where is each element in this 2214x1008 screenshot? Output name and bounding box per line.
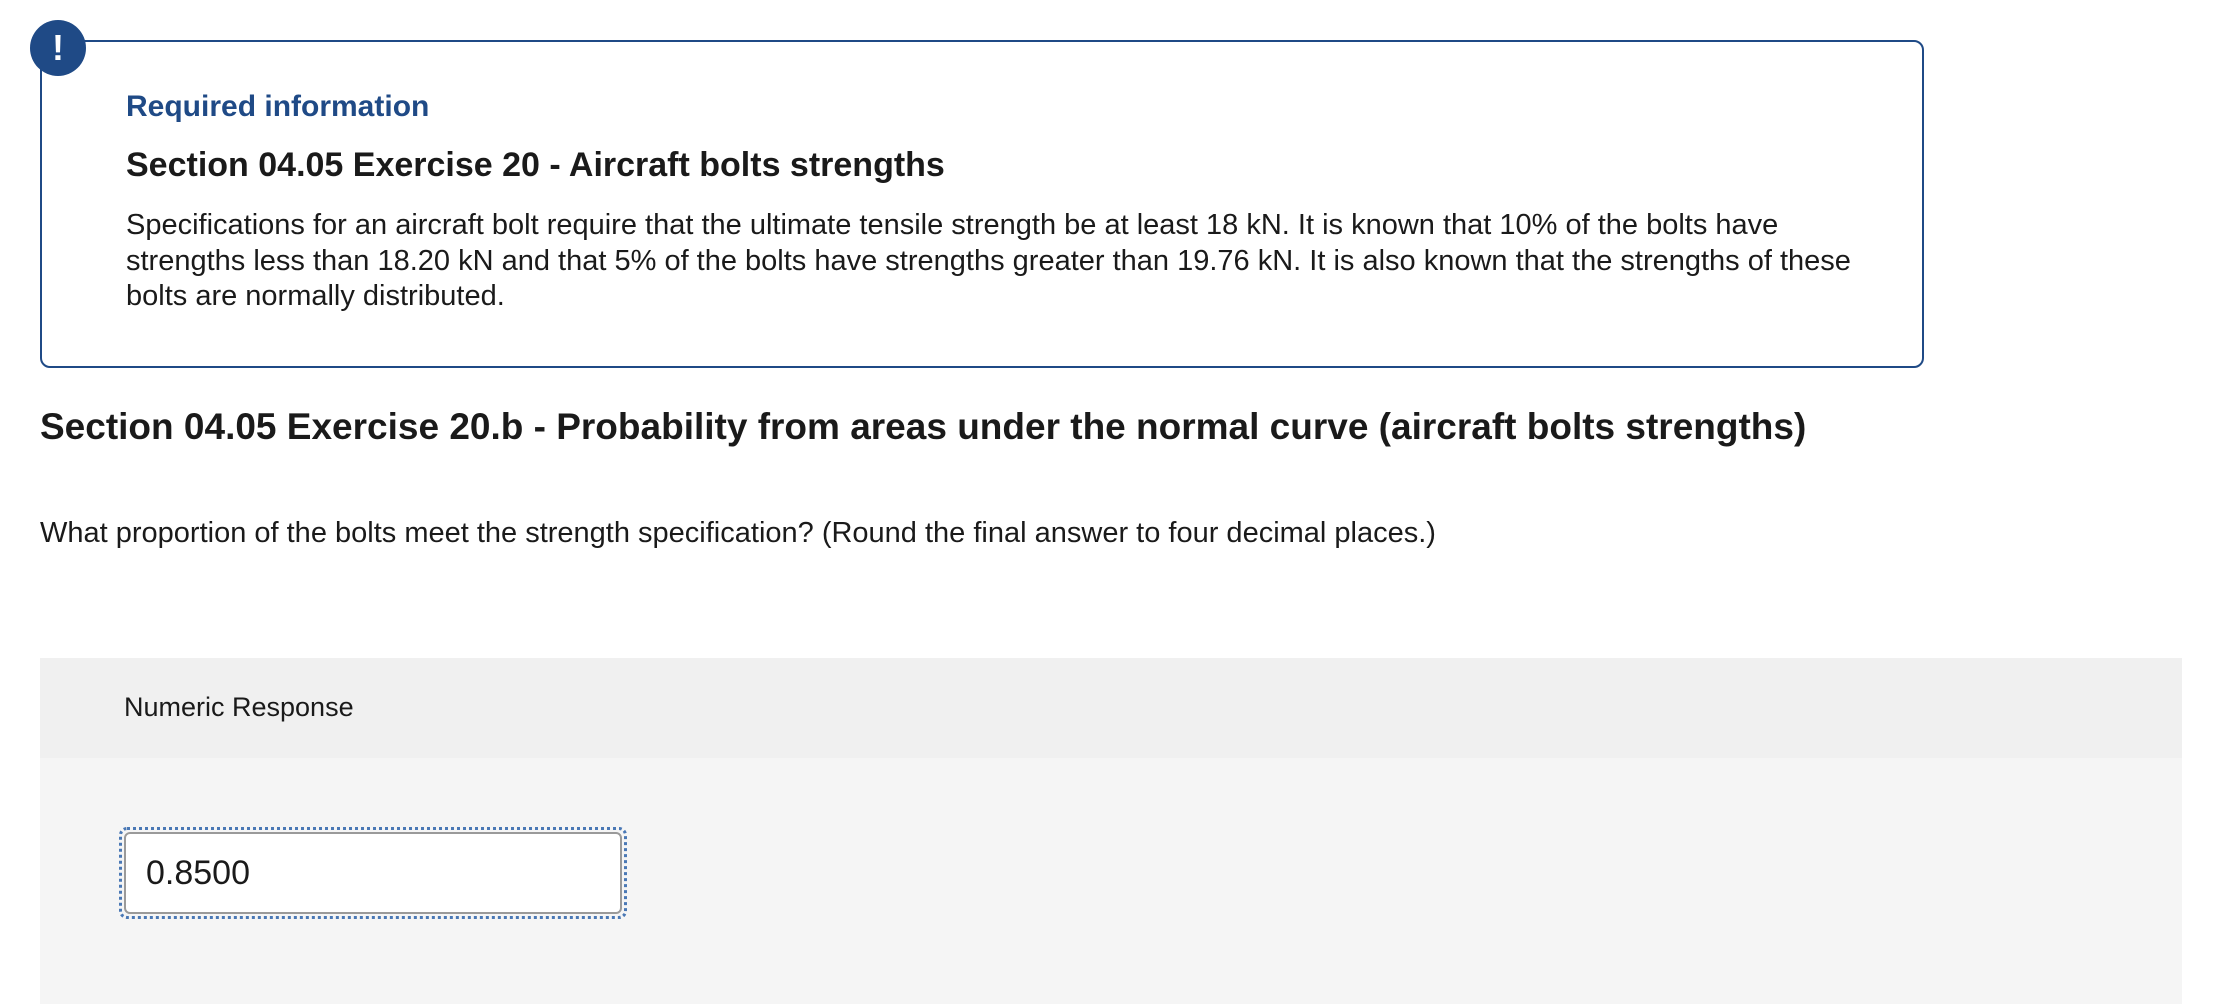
response-header: Numeric Response: [40, 658, 2182, 758]
exclamation-icon: !: [30, 20, 86, 76]
section-heading: Section 04.05 Exercise 20.b - Probabilit…: [40, 406, 1807, 447]
numeric-answer-input[interactable]: [124, 832, 622, 914]
exercise-description: Specifications for an aircraft bolt requ…: [126, 209, 1851, 312]
response-type-label: Numeric Response: [124, 692, 354, 722]
exercise-title: Section 04.05 Exercise 20 - Aircraft bol…: [126, 146, 945, 184]
required-info-label: Required information: [126, 90, 430, 123]
numeric-response-panel: Numeric Response: [40, 658, 2182, 1004]
question-text: What proportion of the bolts meet the st…: [40, 517, 1436, 549]
